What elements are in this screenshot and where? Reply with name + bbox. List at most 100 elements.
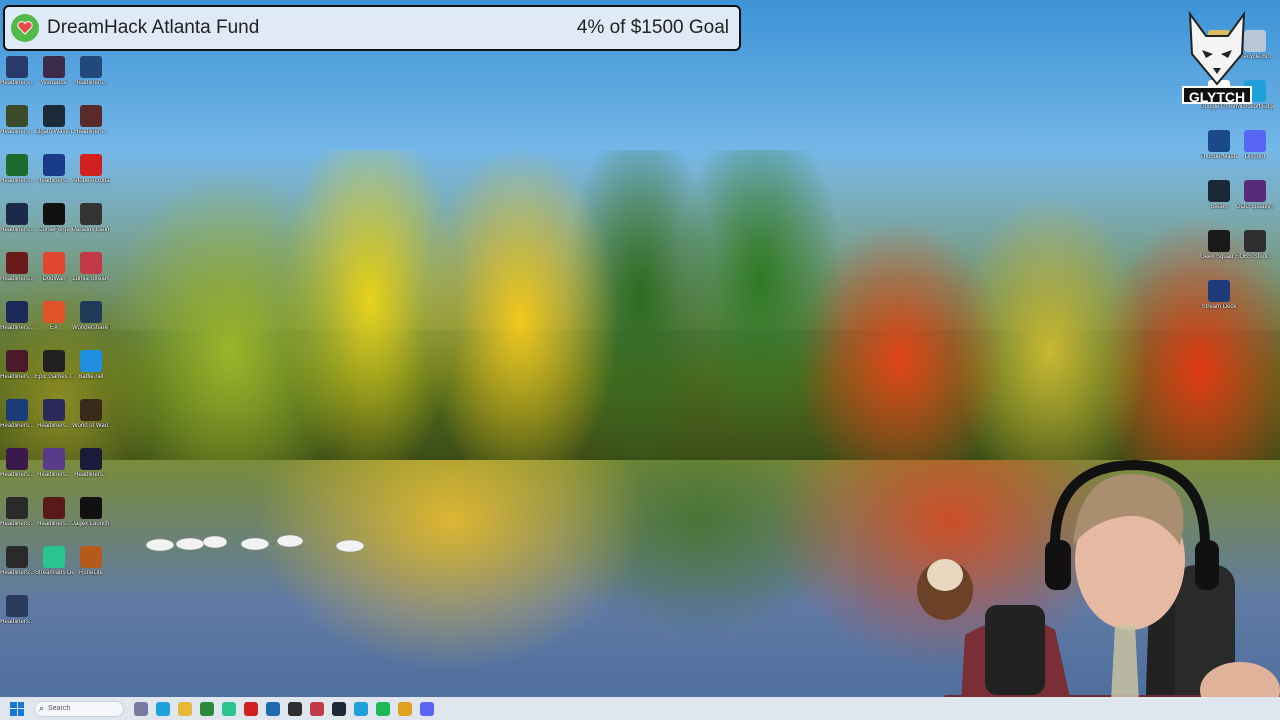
game-shortcut-icon <box>6 301 28 323</box>
game-shortcut-icon <box>6 350 28 372</box>
taskbar-file-explorer-icon[interactable] <box>178 701 192 716</box>
desktop-icon[interactable]: Discord <box>1236 130 1274 161</box>
desktop-icon[interactable]: Headliners... <box>0 154 36 185</box>
desktop-icon-label: ThunderMaster <box>1200 154 1238 160</box>
game-shortcut-icon <box>43 399 65 421</box>
desktop-icon[interactable]: CurseForge <box>35 203 73 234</box>
desktop-icon[interactable]: Stream Deck <box>1200 280 1238 311</box>
desktop-icon-label: Headliners... <box>0 80 34 86</box>
taskbar-discord-icon[interactable] <box>420 701 434 716</box>
taskbar-lumia-icon[interactable] <box>310 701 324 716</box>
desktop-icon[interactable]: Geek Squad Support.exe <box>1200 230 1238 261</box>
desktop-icon[interactable]: Headliners... <box>72 56 110 87</box>
taskbar-steam-icon[interactable] <box>332 701 346 716</box>
taskbar-edge-2-icon[interactable] <box>354 701 368 716</box>
desktop-icon[interactable]: Headliners... <box>0 203 36 234</box>
taskbar-obs-icon[interactable] <box>288 701 302 716</box>
desktop-icon[interactable]: Headliners... <box>0 252 36 283</box>
taskbar-edge-icon[interactable] <box>156 701 170 716</box>
desktop-icon[interactable]: Headliners... <box>35 154 73 185</box>
desktop-icon-label: Adobe Acrobat <box>72 178 110 184</box>
desktop-icon[interactable]: Headliners... <box>0 448 36 479</box>
goal-progress-text: 4% of $1500 Goal <box>576 17 729 38</box>
desktop-icon[interactable]: Headliners... <box>0 546 36 577</box>
desktop-icon[interactable]: Headliners... <box>35 448 73 479</box>
desktop-icon[interactable]: ThunderMaster <box>1200 130 1238 161</box>
game-shortcut-icon <box>43 154 65 176</box>
desktop-icon[interactable]: Streamlabs Desktop <box>35 546 73 577</box>
game-shortcut-icon <box>6 203 28 225</box>
desktop-icon[interactable]: Headliners... <box>0 350 36 381</box>
wallpaper-autumn-trees <box>0 150 1280 470</box>
taskbar-spreadsheet-icon[interactable] <box>200 701 214 716</box>
taskbar-app-icon[interactable] <box>266 701 280 716</box>
desktop-icon-label: EA <box>49 325 58 331</box>
taskbar-chrome-icon[interactable] <box>398 701 412 716</box>
discord-icon <box>1244 130 1266 152</box>
desktop-icon-label: Headliners... <box>0 374 34 380</box>
desktop-icon-label: Battle.net <box>78 374 104 380</box>
desktop-icon[interactable]: Headliners... <box>0 105 36 136</box>
desktop-icon[interactable]: OBS Studio <box>1236 230 1274 261</box>
desktop-icon[interactable]: Wargarde <box>35 56 73 87</box>
desktop-icon-label: Headliners... <box>74 472 108 478</box>
game-shortcut-icon <box>80 448 102 470</box>
desktop-icon[interactable]: Headliners... <box>72 448 110 479</box>
desktop-icon[interactable]: RuneLite <box>72 546 110 577</box>
epic-games-icon <box>43 350 65 372</box>
webcam-app-icon <box>43 105 65 127</box>
desktop-icon[interactable]: Steam <box>1200 180 1238 211</box>
desktop-icon[interactable]: Battle.net <box>72 350 110 381</box>
jagex-icon <box>80 497 102 519</box>
desktop-icon[interactable]: Epic Games Launcher <box>35 350 73 381</box>
desktop-icon[interactable]: Headliners... <box>0 56 36 87</box>
gog-icon <box>1244 180 1266 202</box>
desktop-icon[interactable]: Headliners... <box>72 105 110 136</box>
desktop-icon[interactable]: EA <box>35 301 73 332</box>
desktop-icon-label: Headliners... <box>0 619 34 625</box>
desktop-icon[interactable]: Paradox Launcher v2 <box>72 203 110 234</box>
game-shortcut-icon <box>6 595 28 617</box>
desktop-icon[interactable]: Elgato Wave Link <box>35 105 73 136</box>
desktop-icon-label: Discord <box>1244 154 1266 160</box>
taskbar-spotify-icon[interactable] <box>376 701 390 716</box>
windows-start-button[interactable] <box>10 701 24 716</box>
desktop-icon[interactable]: Wondershare Filmora14 <box>72 301 110 332</box>
desktop-icon[interactable]: Headliners... <box>35 399 73 430</box>
taskbar-search-box[interactable]: ⌕ Search <box>34 700 124 717</box>
desktop-icon-label: Headliners... <box>0 178 34 184</box>
desktop-icon-label: RuneLite <box>78 570 104 576</box>
desktop-icon-label: CurseForge <box>38 227 70 233</box>
desktop-icon-label: OBS Studio <box>1239 254 1271 260</box>
desktop-icon[interactable]: GOG Galaxy Shortcut <box>1236 180 1274 211</box>
start-tile-icon <box>17 701 24 708</box>
desktop-icon[interactable]: Headliners... <box>0 595 36 626</box>
taskbar-streamlabs-icon[interactable] <box>222 701 236 716</box>
desktop-icon[interactable]: Jagex Launcher <box>72 497 110 528</box>
desktop-icon[interactable]: Headliners... <box>0 301 36 332</box>
taskbar-gallery-icon[interactable] <box>134 701 148 716</box>
desktop-icon[interactable]: Headliners... <box>0 497 36 528</box>
glytch-logo-label: GLYTCH <box>1182 86 1252 105</box>
desktop-icon-label: Lumia Stream <box>72 276 110 282</box>
battlenet-icon <box>80 350 102 372</box>
desktop-icon[interactable]: World of Warcraft <box>72 399 110 430</box>
desktop-icon[interactable]: Lumia Stream <box>72 252 110 283</box>
desktop-icon-label: Headliners... <box>0 325 34 331</box>
taskbar: ⌕ Search <box>0 697 1280 720</box>
desktop-icon[interactable]: Adobe Acrobat <box>72 154 110 185</box>
streamlabs-icon <box>43 546 65 568</box>
game-shortcut-icon <box>6 497 28 519</box>
desktop-icon-label: Headliners... <box>0 227 34 233</box>
runelite-icon <box>80 546 102 568</box>
desktop-icon[interactable]: Headliners... <box>35 497 73 528</box>
paradox-icon <box>80 203 102 225</box>
desktop-icon[interactable]: DouWan <box>35 252 73 283</box>
taskbar-pinned-apps <box>130 701 438 716</box>
start-tile-icon <box>17 709 24 716</box>
game-shortcut-icon <box>6 448 28 470</box>
donation-goal-banner: DreamHack Atlanta Fund 4% of $1500 Goal <box>3 5 741 51</box>
taskbar-acrobat-icon[interactable] <box>244 701 258 716</box>
desktop-icon-label: GOG Galaxy Shortcut <box>1236 204 1274 210</box>
desktop-icon[interactable]: Headliners... <box>0 399 36 430</box>
